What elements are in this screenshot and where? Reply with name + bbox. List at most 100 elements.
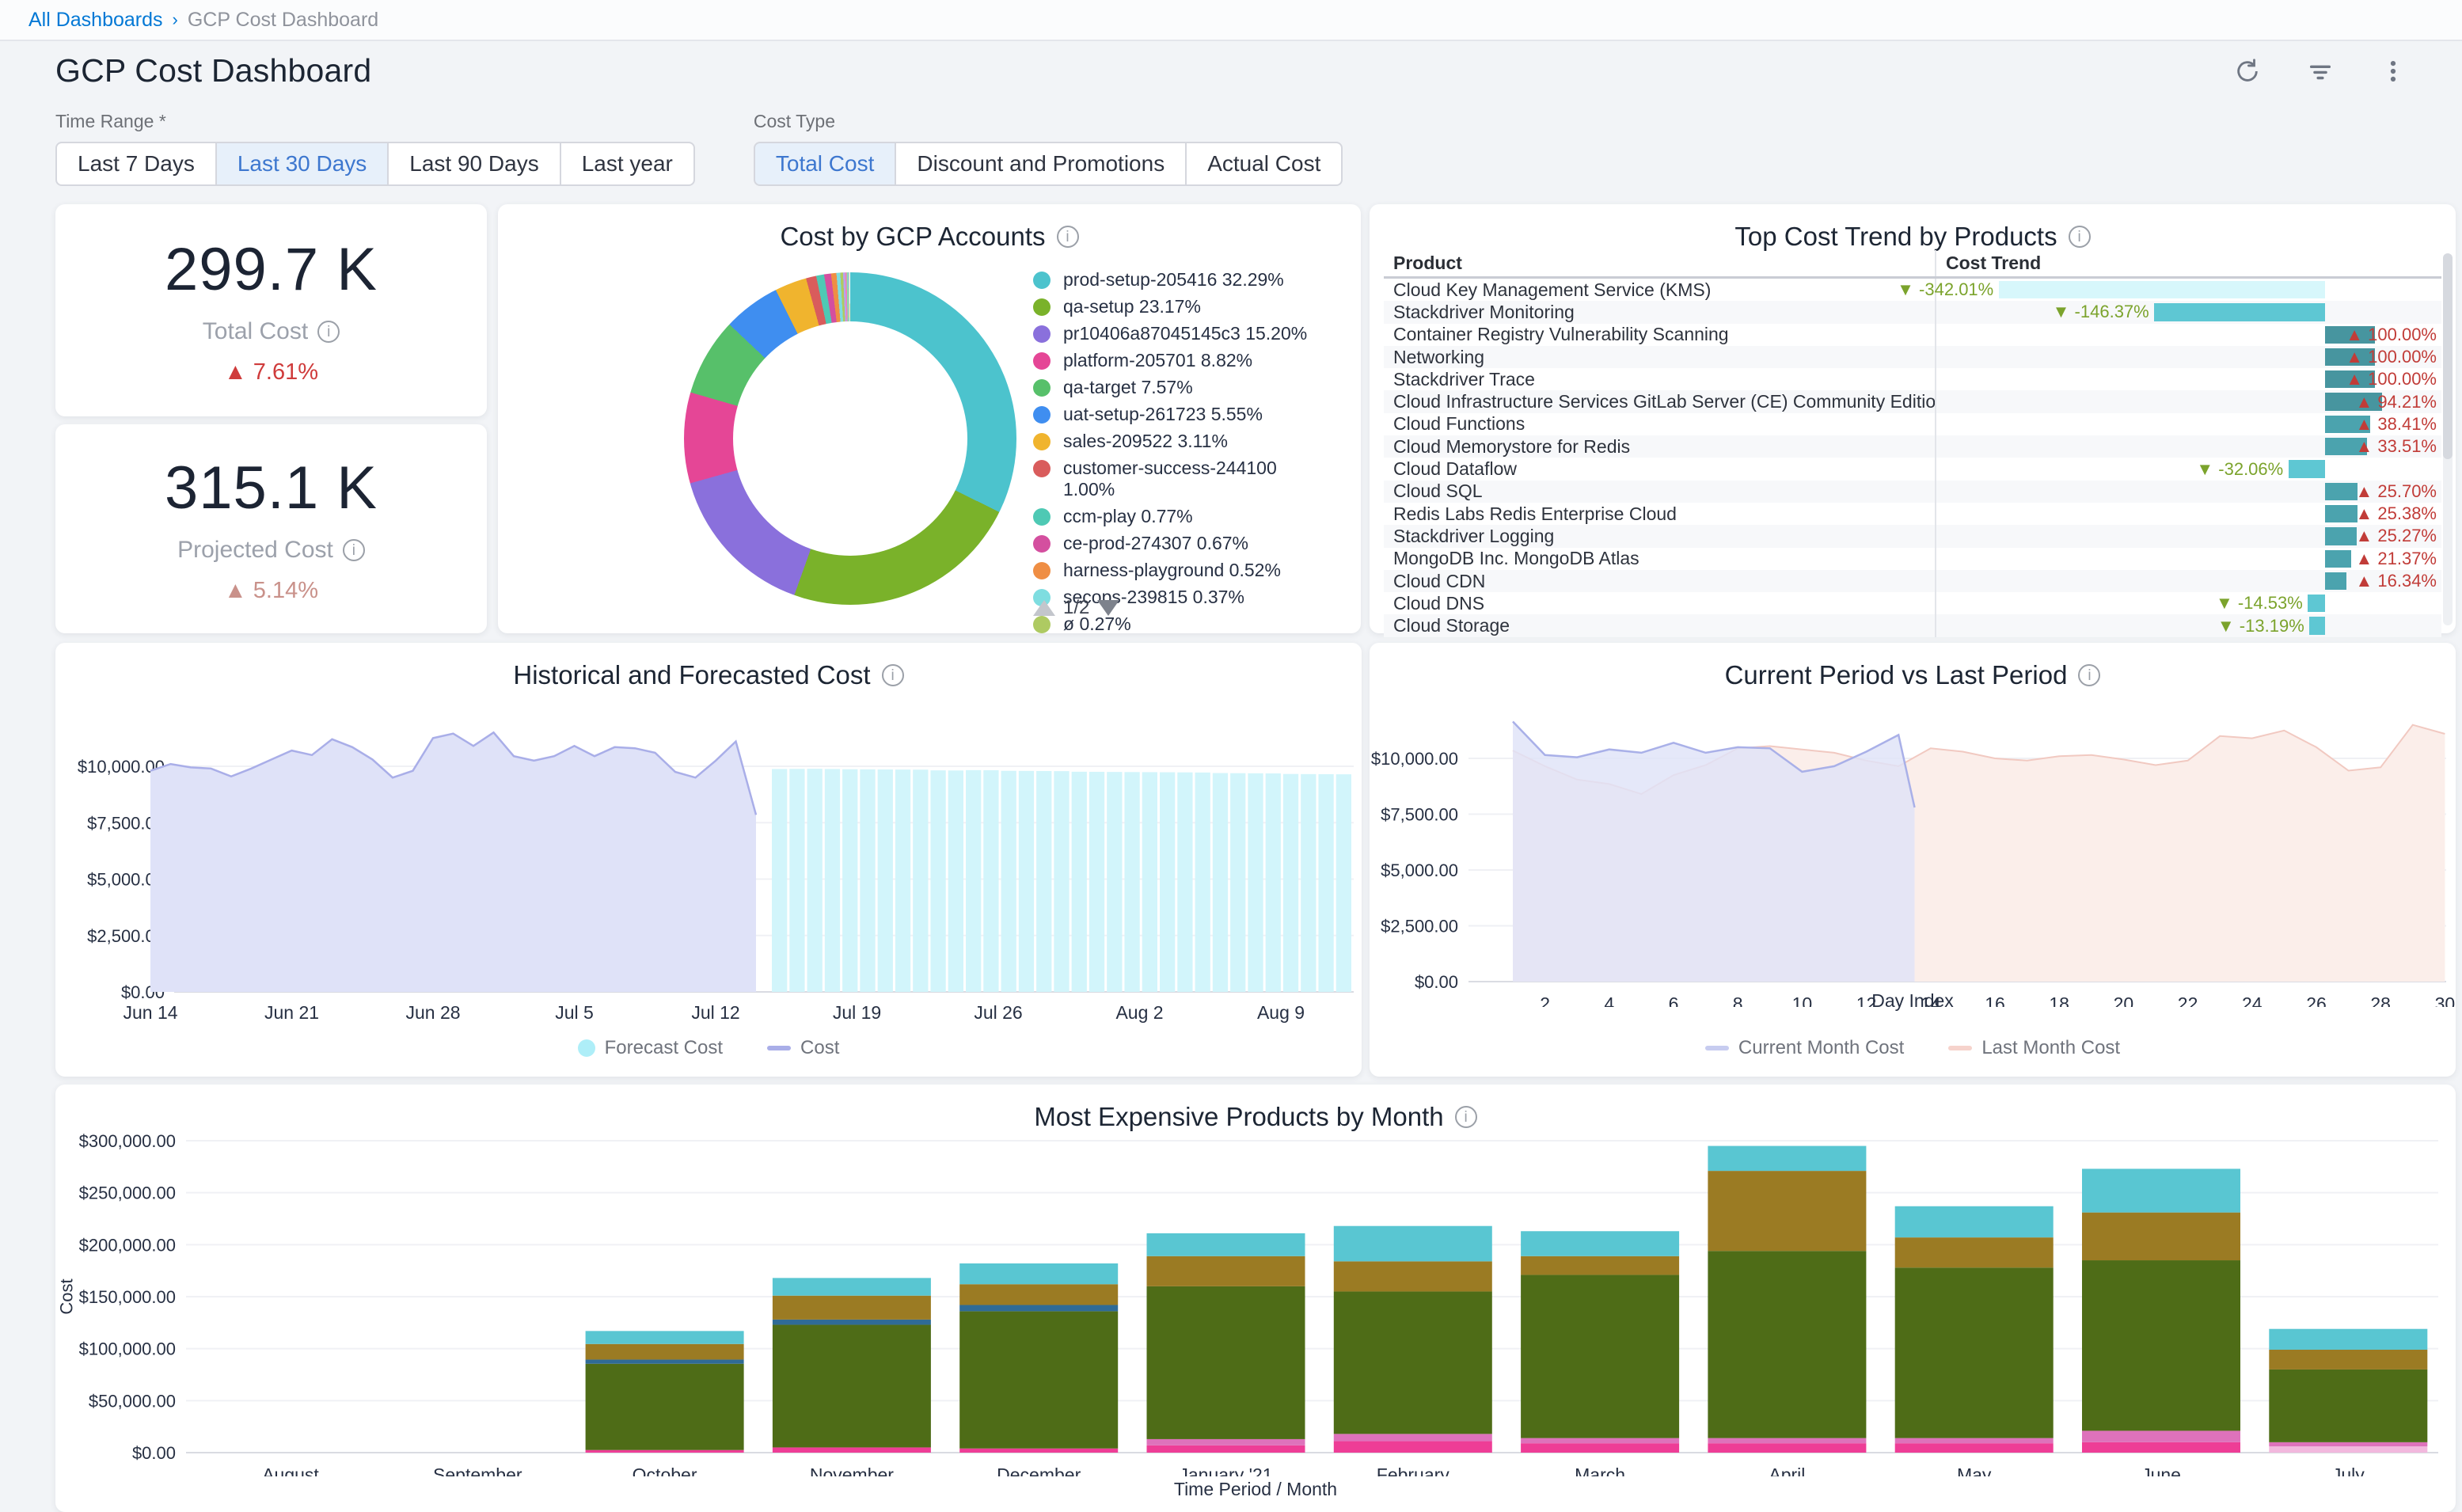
cost-trend-cell: ▲ 25.70% [1935,481,2441,503]
info-icon[interactable]: i [1455,1106,1477,1128]
historical-title: Historical and Forecasted Cost [513,660,870,690]
product-cell: Redis Labs Redis Enterprise Cloud [1384,503,1935,525]
svg-text:Jun 28: Jun 28 [405,1002,460,1023]
time-range-last-7-days[interactable]: Last 7 Days [55,142,216,186]
donut-legend-item[interactable]: qa-target 7.57% [1033,377,1324,398]
kebab-menu-icon[interactable] [2380,58,2407,85]
donut-legend-item[interactable]: pr10406a87045145c3 15.20% [1033,323,1324,344]
legend-dot [1033,562,1051,579]
total-cost-card: 299.7 K Total Costi ▲ 7.61% [55,204,487,416]
donut-legend-item[interactable]: ce-prod-274307 0.67% [1033,533,1324,554]
cost-trend-cell: ▼ -146.37% [1935,301,2441,323]
projected-cost-value: 315.1 K [165,454,378,522]
historical-legend: Forecast Cost Cost [55,1037,1362,1059]
cost-trend-cell: ▲ 94.21% [1935,390,2441,412]
total-cost-value: 299.7 K [165,235,378,304]
time-range-last-30-days[interactable]: Last 30 Days [216,142,388,186]
info-icon[interactable]: i [1057,226,1079,248]
cost-type-actual-cost[interactable]: Actual Cost [1186,142,1343,186]
table-row: Redis Labs Redis Enterprise Cloud ▲ 25.38… [1384,503,2441,525]
cost-trend-cell: ▲ 25.38% [1935,503,2441,525]
table-row: Cloud Memorystore for Redis▲ 33.51% [1384,435,2441,458]
cost-legend-label[interactable]: Cost [800,1037,839,1059]
filter-icon[interactable] [2307,58,2334,85]
trend-bar [2289,460,2326,477]
svg-text:$150,000.00: $150,000.00 [79,1287,176,1307]
trend-bar [2325,550,2350,568]
cost-by-gcp-accounts-card: Cost by GCP Accountsi prod-setup-205416 … [498,204,1361,633]
trend-value: ▲ 100.00% [2346,368,2437,390]
breadcrumb-all-dashboards[interactable]: All Dashboards [28,9,163,32]
product-cell: Cloud CDN [1384,570,1935,592]
cost-trend-cell: ▼ -14.53% [1935,592,2441,614]
cost-trend-cell: ▲ 100.00% [1935,346,2441,368]
legend-dot [1033,272,1051,289]
svg-text:$0.00: $0.00 [1415,972,1458,992]
product-cell: Container Registry Vulnerability Scannin… [1384,324,1935,346]
svg-text:August: August [262,1465,319,1476]
donut-legend-item[interactable]: customer-success-244100 1.00% [1033,458,1324,500]
trend-value: ▼ -14.53% [2216,592,2303,614]
page-up-icon[interactable] [1033,600,1055,616]
donut-legend-item[interactable]: platform-205701 8.82% [1033,350,1324,371]
legend-pager: 1/2 [1033,597,1119,619]
last-month-swatch [1948,1046,1972,1050]
info-icon[interactable]: i [2069,226,2091,248]
legend-dot [1033,535,1051,553]
scrollbar-thumb[interactable] [2443,253,2453,459]
trend-value: ▲ 100.00% [2346,324,2437,346]
cost-swatch [767,1046,791,1050]
info-icon[interactable]: i [343,539,365,561]
trend-bar [1999,281,2326,298]
table-row: Cloud DNS▼ -14.53% [1384,592,2441,614]
donut-legend-item[interactable]: harness-playground 0.52% [1033,560,1324,581]
svg-text:November: November [810,1465,894,1476]
current-month-legend-label[interactable]: Current Month Cost [1738,1037,1904,1059]
product-cell: Cloud Key Management Service (KMS) [1384,279,1935,301]
cost-trend-cell: ▲ 38.41% [1935,413,2441,435]
chevron-right-icon: › [173,9,178,30]
product-cell: Cloud SQL [1384,481,1935,503]
table-row: Stackdriver Monitoring▼ -146.37% [1384,301,2441,323]
trend-bar [2325,572,2346,590]
page-down-icon[interactable] [1097,600,1119,616]
cost-trend-cell: ▲ 16.34% [1935,570,2441,592]
info-icon[interactable]: i [882,664,904,686]
legend-dot [1033,325,1051,343]
refresh-icon[interactable] [2234,58,2261,85]
cost-type-discount[interactable]: Discount and Promotions [895,142,1186,186]
table-row: Networking▲ 100.00% [1384,346,2441,368]
time-range-label: Time Range * [55,111,695,132]
info-icon[interactable]: i [2078,664,2100,686]
trend-bar [2325,505,2358,522]
product-cell: Cloud Storage [1384,614,1935,636]
forecast-cost-legend-label[interactable]: Forecast Cost [605,1037,723,1059]
trend-value: ▼ -146.37% [2053,301,2149,323]
svg-text:April: April [1769,1465,1805,1476]
total-cost-label: Total Cost [203,318,308,345]
column-header-cost-trend[interactable]: Cost Trend [1935,250,2441,276]
trend-value: ▼ -32.06% [2196,458,2283,480]
trend-value: ▲ 16.34% [2355,570,2437,592]
last-month-legend-label[interactable]: Last Month Cost [1981,1037,2120,1059]
column-header-product[interactable]: Product [1384,253,1935,274]
svg-text:$200,000.00: $200,000.00 [79,1235,176,1255]
table-header: Product Cost Trend [1384,250,2441,279]
time-range-last-90-days[interactable]: Last 90 Days [388,142,560,186]
trend-bar [2325,483,2358,500]
donut-legend-item[interactable]: uat-setup-261723 5.55% [1033,404,1324,425]
donut-legend-item[interactable]: prod-setup-205416 32.29% [1033,269,1324,291]
donut-legend-item[interactable]: qa-setup 23.17% [1033,296,1324,317]
time-range-last-year[interactable]: Last year [560,142,695,186]
info-icon[interactable]: i [317,321,340,343]
trend-value: ▲ 94.21% [2355,390,2437,412]
trend-value: ▲ 25.38% [2355,503,2437,525]
svg-text:June: June [2141,1465,2181,1476]
donut-legend-item[interactable]: ccm-play 0.77% [1033,506,1324,527]
cost-type-total-cost[interactable]: Total Cost [754,142,896,186]
svg-text:Jul 26: Jul 26 [974,1002,1022,1023]
donut-legend-item[interactable]: sales-209522 3.11% [1033,431,1324,452]
svg-text:Jun 14: Jun 14 [123,1002,177,1023]
page-title: GCP Cost Dashboard [55,52,371,89]
legend-dot [1033,352,1051,370]
